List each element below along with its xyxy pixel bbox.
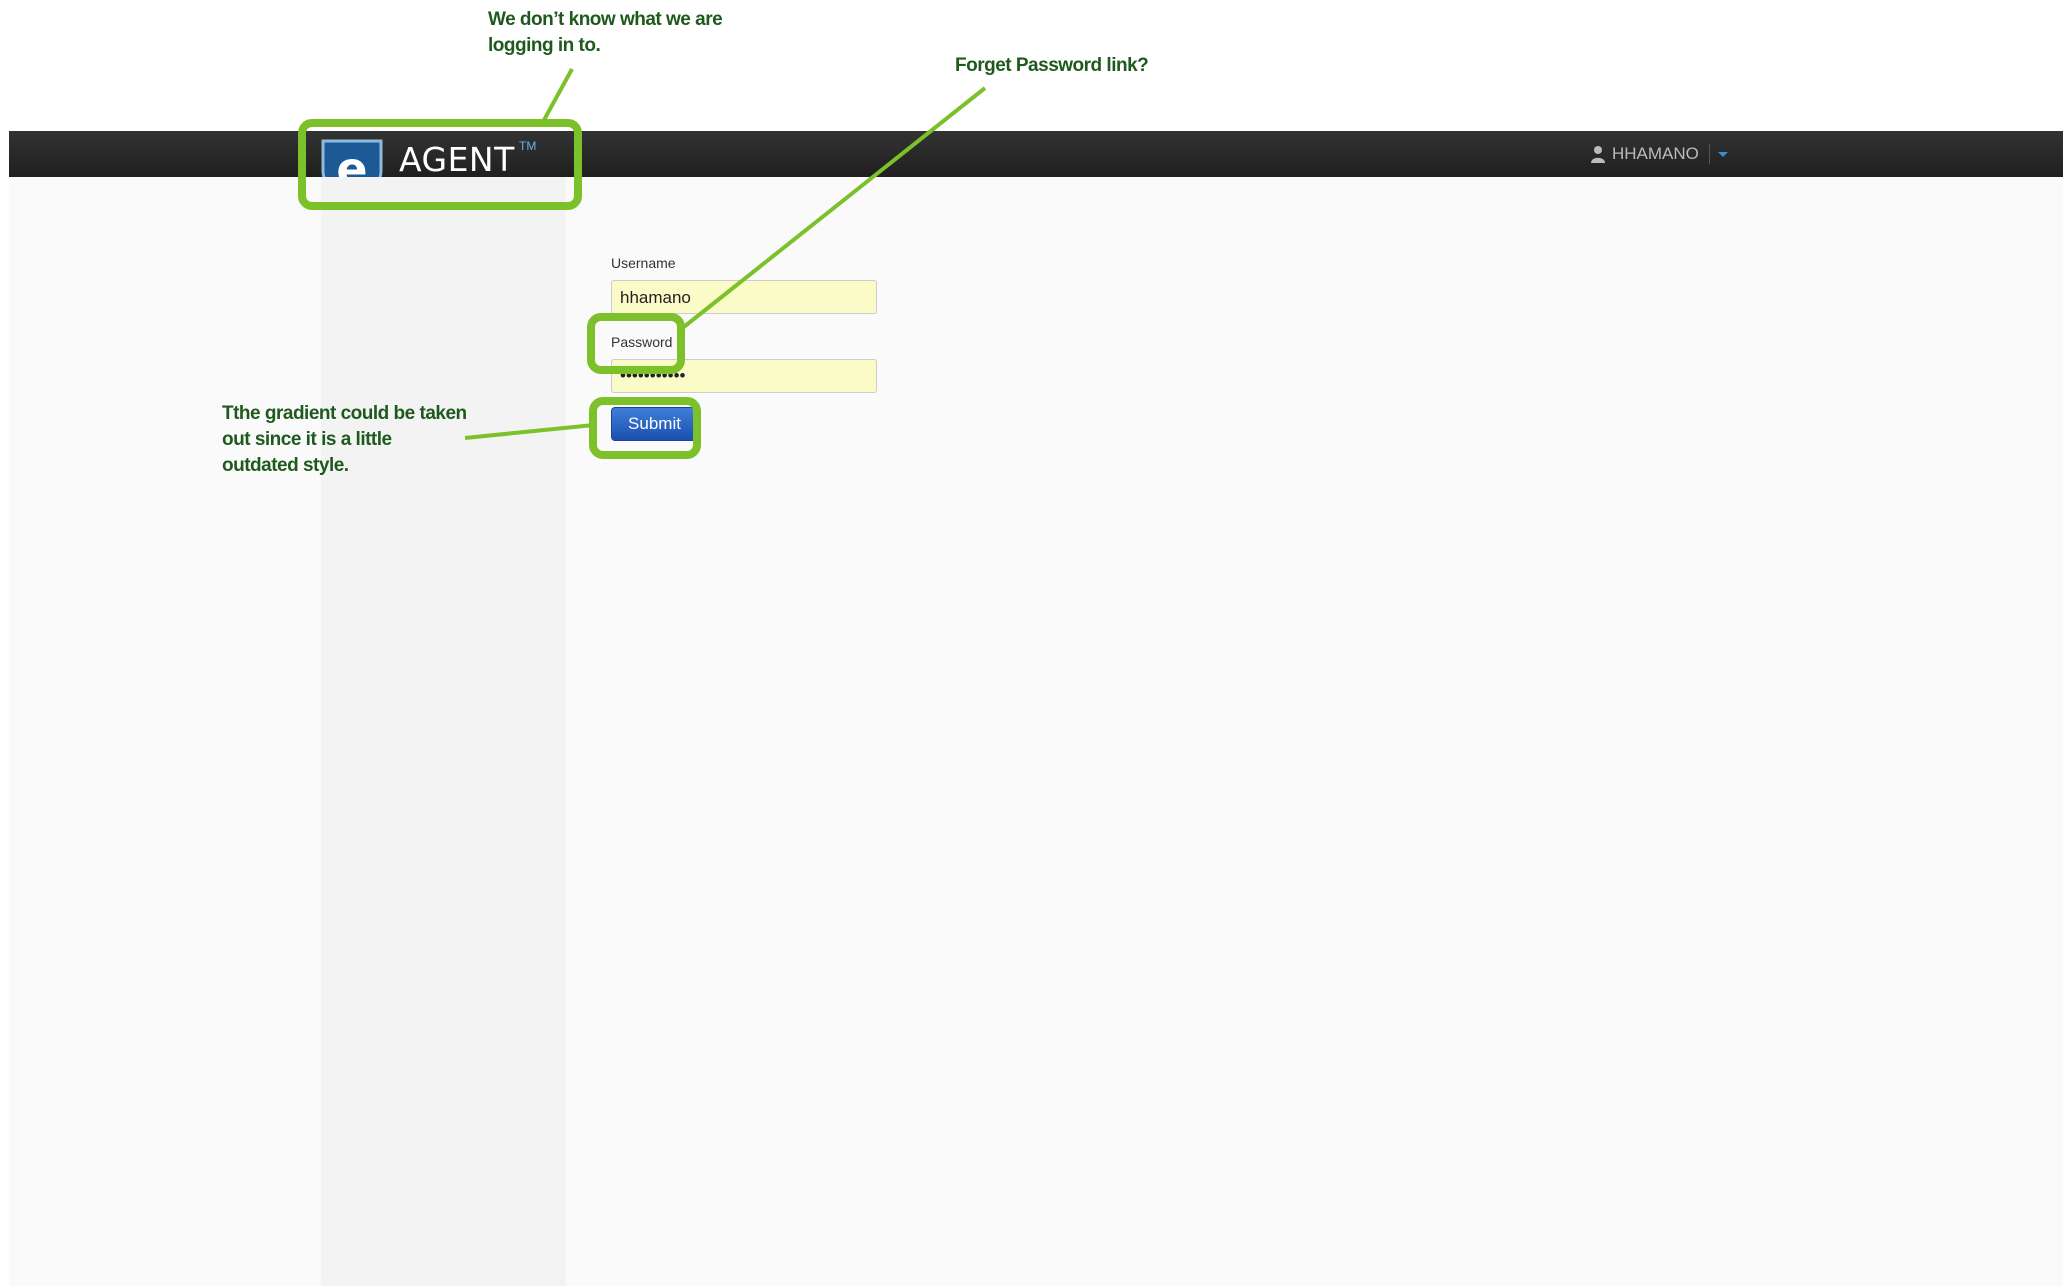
submit-note: Tthe gradient could be taken out since i… <box>222 403 467 476</box>
password-note: Forget Password link? <box>955 55 1149 76</box>
password-label-highlight <box>587 313 685 374</box>
logo-note: We don’t know what we are logging in to. <box>488 9 723 56</box>
submit-button-highlight <box>589 397 701 459</box>
logo-highlight <box>298 119 582 210</box>
